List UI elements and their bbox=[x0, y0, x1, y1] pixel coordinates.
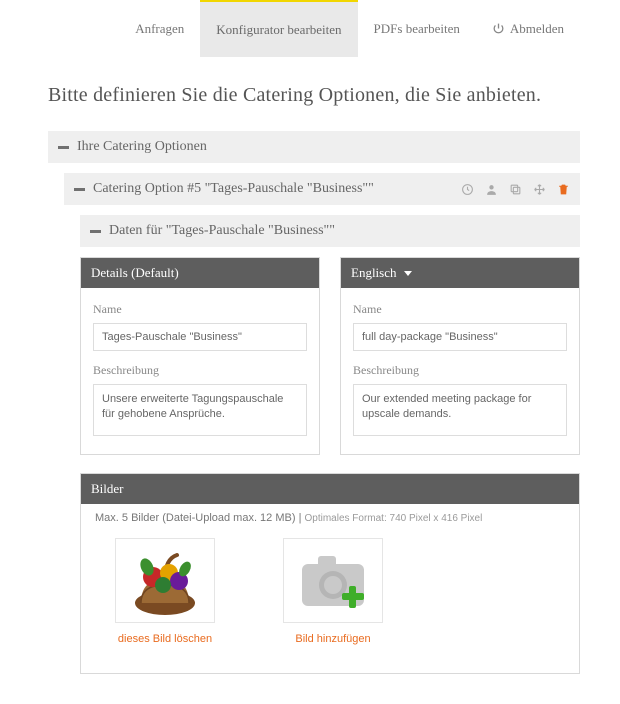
image-thumb-add: Bild hinzufügen bbox=[263, 538, 403, 645]
panel-title: Details (Default) bbox=[91, 265, 179, 281]
user-icon[interactable] bbox=[484, 182, 498, 196]
hint-main: Max. 5 Bilder (Datei-Upload max. 12 MB) … bbox=[95, 512, 304, 524]
name-label: Name bbox=[353, 302, 567, 317]
add-image-box[interactable] bbox=[283, 538, 383, 623]
nav-label: PDFs bearbeiten bbox=[374, 21, 460, 37]
bilder-hint: Max. 5 Bilder (Datei-Upload max. 12 MB) … bbox=[95, 512, 565, 524]
nav-abmelden[interactable]: Abmelden bbox=[476, 0, 580, 57]
nav-anfragen[interactable]: Anfragen bbox=[119, 0, 200, 57]
panel-title: Englisch bbox=[351, 265, 397, 281]
top-nav: Anfragen Konfigurator bearbeiten PDFs be… bbox=[0, 0, 620, 58]
collapse-icon bbox=[90, 230, 101, 233]
chevron-down-icon bbox=[404, 271, 412, 276]
nav-label: Anfragen bbox=[135, 21, 184, 37]
nav-label: Konfigurator bearbeiten bbox=[216, 22, 341, 38]
thumb-image[interactable] bbox=[115, 538, 215, 623]
page-title: Bitte definieren Sie die Catering Option… bbox=[48, 84, 580, 107]
power-icon bbox=[492, 22, 505, 35]
desc-label: Beschreibung bbox=[93, 363, 307, 378]
nav-pdfs[interactable]: PDFs bearbeiten bbox=[358, 0, 476, 57]
nav-label: Abmelden bbox=[510, 21, 564, 37]
accordion-label: Ihre Catering Optionen bbox=[77, 139, 207, 155]
move-icon[interactable] bbox=[532, 182, 546, 196]
name-label: Name bbox=[93, 302, 307, 317]
panel-header: Details (Default) bbox=[81, 258, 319, 288]
accordion-data-for-option[interactable]: Daten für "Tages-Pauschale "Business"" bbox=[80, 215, 580, 247]
image-thumb-1: dieses Bild löschen bbox=[95, 538, 235, 645]
collapse-icon bbox=[58, 146, 69, 149]
accordion-catering-option-5[interactable]: Catering Option #5 "Tages-Pauschale "Bus… bbox=[64, 173, 580, 205]
panel-header-dropdown[interactable]: Englisch bbox=[341, 258, 579, 288]
panel-details-default: Details (Default) Name Beschreibung bbox=[80, 257, 320, 455]
panel-details-english: Englisch Name Beschreibung bbox=[340, 257, 580, 455]
name-input-default[interactable] bbox=[93, 323, 307, 351]
trash-icon[interactable] bbox=[556, 182, 570, 196]
add-image-link[interactable]: Bild hinzufügen bbox=[295, 633, 370, 645]
name-input-english[interactable] bbox=[353, 323, 567, 351]
collapse-icon bbox=[74, 188, 85, 191]
desc-textarea-default[interactable] bbox=[93, 384, 307, 436]
option-toolbar bbox=[460, 182, 570, 196]
panel-bilder: Bilder Max. 5 Bilder (Datei-Upload max. … bbox=[80, 473, 580, 674]
delete-image-link[interactable]: dieses Bild löschen bbox=[118, 633, 212, 645]
desc-textarea-english[interactable] bbox=[353, 384, 567, 436]
accordion-catering-options[interactable]: Ihre Catering Optionen bbox=[48, 131, 580, 163]
panel-title: Bilder bbox=[91, 481, 124, 497]
panel-header: Bilder bbox=[81, 474, 579, 504]
accordion-label: Catering Option #5 "Tages-Pauschale "Bus… bbox=[93, 181, 374, 197]
copy-icon[interactable] bbox=[508, 182, 522, 196]
clock-icon[interactable] bbox=[460, 182, 474, 196]
hint-small: Optimales Format: 740 Pixel x 416 Pixel bbox=[304, 513, 482, 524]
desc-label: Beschreibung bbox=[353, 363, 567, 378]
nav-konfigurator[interactable]: Konfigurator bearbeiten bbox=[200, 0, 357, 57]
accordion-label: Daten für "Tages-Pauschale "Business"" bbox=[109, 223, 335, 239]
